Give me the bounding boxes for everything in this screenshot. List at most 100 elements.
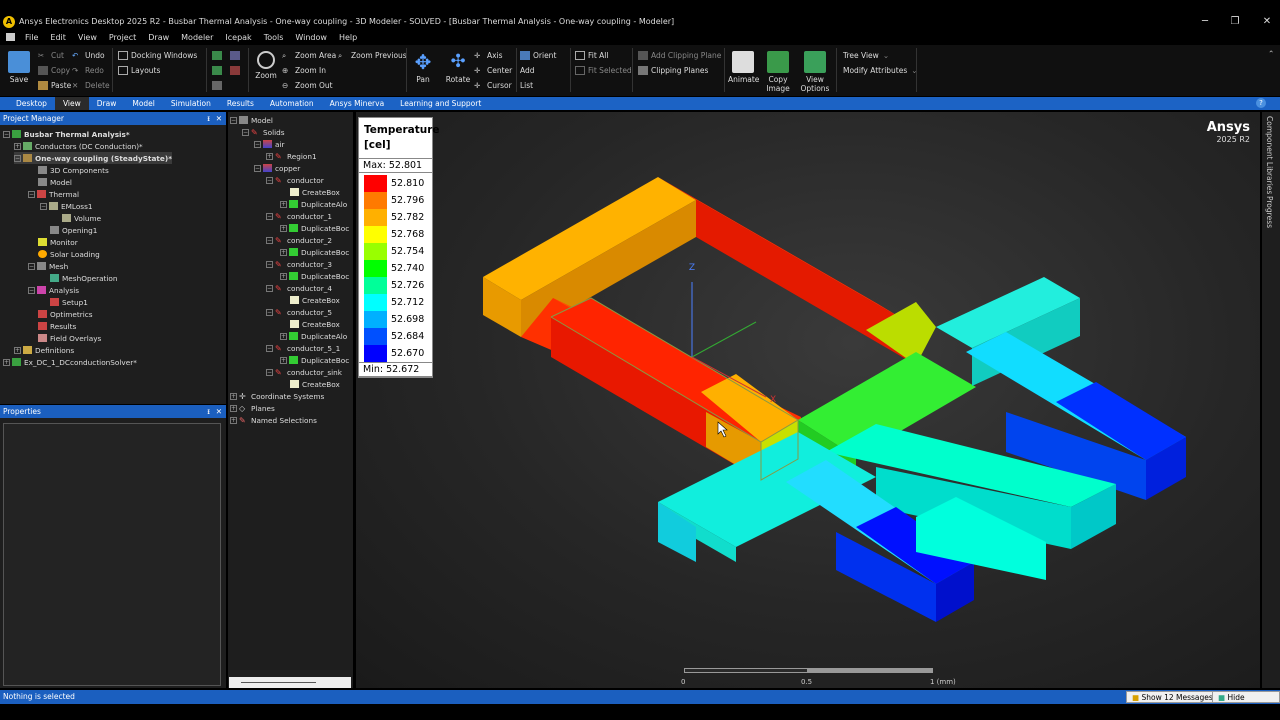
tree-item[interactable]: − ✎ Solids [242, 126, 285, 138]
center-button[interactable]: ✛ Center [474, 66, 512, 75]
tree-item[interactable]: − ✎ conductor_1 [266, 210, 332, 222]
hide-progress-button[interactable]: ■ Hide Progress [1212, 691, 1280, 714]
model-tree-scrollbar[interactable] [229, 677, 351, 688]
pin-icon[interactable]: ᵻ [207, 405, 210, 418]
help-icon[interactable]: ? [1256, 98, 1266, 108]
tree-item[interactable]: Results [38, 320, 76, 332]
tab-draw[interactable]: Draw [89, 97, 125, 110]
orient-button[interactable]: Orient [520, 51, 556, 60]
view-tool-3[interactable] [212, 66, 225, 75]
component-libraries-tab[interactable]: Component Libraries [1265, 116, 1274, 194]
add-view-button[interactable]: Add [520, 66, 535, 75]
tree-item[interactable]: CreateBox [290, 318, 340, 330]
collapse-icon[interactable]: − [40, 202, 47, 210]
menu-modeler[interactable]: Modeler [175, 33, 219, 42]
tree-item[interactable]: − ✎ conductor_2 [266, 234, 332, 246]
zoom-previous-button[interactable]: ⌕ Zoom Previous [338, 51, 407, 60]
ribbon-collapse-icon[interactable]: ⌃ [1268, 49, 1274, 58]
collapse-icon[interactable]: − [266, 284, 273, 292]
expand-icon[interactable]: + [230, 392, 237, 400]
copy-button[interactable]: Copy [38, 66, 70, 75]
tree-item[interactable]: − ✎ conductor [266, 174, 324, 186]
tree-item[interactable]: CreateBox [290, 378, 340, 390]
expand-icon[interactable]: + [14, 142, 21, 150]
tree-item[interactable]: + DuplicateBoc [280, 222, 349, 234]
collapse-icon[interactable]: − [266, 236, 273, 244]
tree-item[interactable]: CreateBox [290, 186, 340, 198]
tree-item[interactable]: + DuplicateAlo [280, 330, 347, 342]
cursor-button[interactable]: ✛ Cursor [474, 81, 512, 90]
collapse-icon[interactable]: − [3, 130, 10, 138]
close-button[interactable]: ✕ [1252, 13, 1280, 30]
tab-desktop[interactable]: Desktop [8, 97, 55, 110]
menu-view[interactable]: View [72, 33, 103, 42]
menu-file[interactable]: File [19, 33, 44, 42]
cut-button[interactable]: ✂ Cut [38, 51, 64, 60]
add-clipping-plane-button[interactable]: Add Clipping Plane [638, 51, 721, 60]
tree-item[interactable]: 3D Components [38, 164, 109, 176]
collapse-icon[interactable]: − [266, 212, 273, 220]
animate-button[interactable]: Animate [728, 51, 759, 84]
expand-icon[interactable]: + [280, 356, 287, 364]
collapse-icon[interactable]: − [28, 286, 35, 294]
expand-icon[interactable]: + [3, 358, 10, 366]
tree-item[interactable]: − air [254, 138, 285, 150]
tree-item[interactable]: − copper [254, 162, 300, 174]
collapse-icon[interactable]: − [266, 344, 273, 352]
tree-item[interactable]: MeshOperation [50, 272, 118, 284]
tree-item[interactable]: + ◇ Planes [230, 402, 275, 414]
list-views-button[interactable]: List [520, 81, 533, 90]
view-tool-5[interactable] [212, 81, 225, 90]
tree-item[interactable]: Model [38, 176, 72, 188]
collapse-icon[interactable]: − [254, 140, 261, 148]
tab-simulation[interactable]: Simulation [163, 97, 219, 110]
app-menu-icon[interactable] [6, 33, 15, 41]
expand-icon[interactable]: + [230, 416, 237, 424]
tab-learning-and-support[interactable]: Learning and Support [392, 97, 489, 110]
tab-automation[interactable]: Automation [262, 97, 322, 110]
collapse-icon[interactable]: − [266, 368, 273, 376]
minimize-button[interactable]: ─ [1190, 13, 1220, 30]
fit-all-button[interactable]: Fit All [575, 51, 608, 60]
modify-attributes-button[interactable]: Modify Attributes ⌄ [843, 66, 918, 75]
tab-ansys-minerva[interactable]: Ansys Minerva [322, 97, 393, 110]
view-tool-2[interactable] [230, 51, 243, 60]
redo-button[interactable]: ↷ Redo [72, 66, 104, 75]
expand-icon[interactable]: + [280, 272, 287, 280]
maximize-button[interactable]: ❐ [1220, 13, 1250, 30]
tree-item[interactable]: Opening1 [50, 224, 97, 236]
menu-tools[interactable]: Tools [258, 33, 290, 42]
expand-icon[interactable]: + [280, 200, 287, 208]
clipping-planes-button[interactable]: Clipping Planes [638, 66, 708, 75]
show-messages-button[interactable]: ■ Show 12 Messages [1126, 691, 1219, 703]
tree-item[interactable]: + ✎ Region1 [266, 150, 317, 162]
collapse-icon[interactable]: − [28, 190, 35, 198]
zoom-button[interactable]: Zoom [253, 51, 279, 80]
menu-edit[interactable]: Edit [44, 33, 72, 42]
tree-item[interactable]: + DuplicateBoc [280, 354, 349, 366]
undo-button[interactable]: ↶ Undo [72, 51, 105, 60]
tree-item[interactable]: + ✎ Named Selections [230, 414, 317, 426]
save-button[interactable]: Save [6, 51, 32, 84]
menu-help[interactable]: Help [333, 33, 363, 42]
tree-item-project[interactable]: − Busbar Thermal Analysis* [3, 128, 130, 140]
menu-window[interactable]: Window [289, 33, 333, 42]
tree-item-design[interactable]: + Conductors (DC Conduction)* [14, 140, 143, 152]
tree-item[interactable]: − Model [230, 114, 273, 126]
tree-item-design-active[interactable]: − One-way coupling (SteadyState)* [14, 152, 173, 164]
zoom-area-button[interactable]: ⌕ Zoom Area [282, 51, 336, 60]
collapse-icon[interactable]: − [28, 262, 35, 270]
copy-image-button[interactable]: Copy Image [764, 51, 792, 93]
close-icon[interactable]: ✕ [216, 405, 222, 418]
tree-item[interactable]: − Mesh [28, 260, 68, 272]
tab-model[interactable]: Model [124, 97, 163, 110]
menu-project[interactable]: Project [103, 33, 142, 42]
tree-item[interactable]: + DuplicateBoc [280, 270, 349, 282]
zoom-in-button[interactable]: ⊕ Zoom In [282, 66, 326, 75]
tree-item[interactable]: + DuplicateAlo [280, 198, 347, 210]
view-tool-4[interactable] [230, 66, 243, 75]
tree-item[interactable]: Setup1 [50, 296, 88, 308]
tree-item[interactable]: Solar Loading [38, 248, 100, 260]
expand-icon[interactable]: + [230, 404, 237, 412]
collapse-icon[interactable]: − [266, 308, 273, 316]
